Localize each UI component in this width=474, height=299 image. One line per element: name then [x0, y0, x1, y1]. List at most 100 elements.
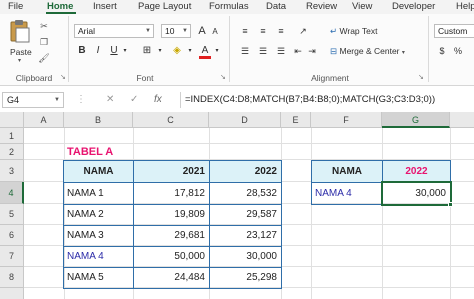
- fill-handle[interactable]: [448, 202, 453, 207]
- cut-icon[interactable]: ✂: [38, 20, 50, 32]
- row-header-1[interactable]: 1: [0, 128, 24, 144]
- table-cell-2022[interactable]: 23,127: [209, 225, 282, 247]
- paste-dropdown-icon[interactable]: ▾: [18, 57, 21, 64]
- column-header-a[interactable]: A: [24, 112, 64, 128]
- lookup-header-nama[interactable]: NAMA: [311, 160, 383, 183]
- row-header-7[interactable]: 7: [0, 246, 24, 267]
- table-cell-2022[interactable]: 28,532: [209, 182, 282, 205]
- row-header-8[interactable]: 8: [0, 267, 24, 288]
- align-right-icon[interactable]: ☰: [274, 44, 288, 58]
- table-header-2021[interactable]: 2021: [133, 160, 210, 183]
- column-header-f[interactable]: F: [311, 112, 382, 128]
- font-launcher-icon[interactable]: ↘: [220, 74, 228, 82]
- select-all-corner[interactable]: [0, 112, 24, 128]
- column-header-e[interactable]: E: [281, 112, 311, 128]
- table-cell-name[interactable]: NAMA 5: [63, 267, 134, 289]
- align-top-icon[interactable]: ≡: [238, 24, 252, 38]
- tab-formulas[interactable]: Formulas: [209, 1, 249, 14]
- row-header-2[interactable]: 2: [0, 144, 24, 160]
- bold-button[interactable]: B: [76, 44, 88, 58]
- font-size-select[interactable]: 10 ▼: [161, 24, 191, 38]
- table-cell-2022[interactable]: 25,298: [209, 267, 282, 289]
- gridline: [450, 128, 451, 299]
- tab-file[interactable]: File: [8, 1, 23, 14]
- row-header-4[interactable]: 4: [0, 182, 24, 204]
- number-format-select[interactable]: Custom: [434, 24, 474, 38]
- tab-review[interactable]: Review: [306, 1, 337, 14]
- chevron-down-icon[interactable]: ▾: [213, 44, 221, 58]
- lookup-header-year[interactable]: 2022: [382, 160, 451, 183]
- increase-indent-icon[interactable]: ⇥: [306, 44, 318, 58]
- borders-icon[interactable]: ⊞: [140, 44, 154, 58]
- name-box-value: G4: [7, 95, 20, 105]
- enter-icon[interactable]: ✓: [130, 94, 138, 105]
- chevron-down-icon: ▼: [182, 28, 188, 34]
- underline-button[interactable]: U: [108, 44, 120, 58]
- column-header-d[interactable]: D: [209, 112, 281, 128]
- font-name-value: Arial: [78, 26, 96, 36]
- currency-icon[interactable]: $: [436, 44, 448, 58]
- active-cell-selection[interactable]: [381, 181, 452, 206]
- table-cell-2021[interactable]: 50,000: [133, 246, 210, 268]
- tab-developer[interactable]: Developer: [392, 1, 435, 14]
- paste-button[interactable]: Paste ▾: [6, 17, 34, 64]
- row-header-6[interactable]: 6: [0, 225, 24, 246]
- formula-input[interactable]: =INDEX(C4:D8;MATCH(B7;B4:B8;0);MATCH(G3;…: [180, 92, 472, 108]
- table-cell-name[interactable]: NAMA 2: [63, 204, 134, 226]
- decrease-indent-icon[interactable]: ⇤: [292, 44, 304, 58]
- table-cell-name[interactable]: NAMA 4: [63, 246, 134, 268]
- column-header-g[interactable]: G: [382, 112, 450, 128]
- chevron-down-icon[interactable]: ▾: [121, 44, 129, 58]
- tab-view[interactable]: View: [352, 1, 372, 14]
- column-header-c[interactable]: C: [133, 112, 209, 128]
- tab-data[interactable]: Data: [266, 1, 286, 14]
- clipboard-launcher-icon[interactable]: ↘: [60, 74, 68, 82]
- column-header-h[interactable]: [450, 112, 474, 128]
- merge-center-button[interactable]: ⊟ Merge & Center ▾: [330, 44, 405, 58]
- alignment-launcher-icon[interactable]: ↘: [418, 74, 426, 82]
- table-cell-name[interactable]: NAMA 1: [63, 182, 134, 205]
- table-cell-2021[interactable]: 29,681: [133, 225, 210, 247]
- row-header-9[interactable]: [0, 288, 24, 299]
- table-cell-2022[interactable]: 30,000: [209, 246, 282, 268]
- grow-font-button[interactable]: A: [196, 24, 208, 38]
- table-cell-name[interactable]: NAMA 3: [63, 225, 134, 247]
- align-left-icon[interactable]: ☰: [238, 44, 252, 58]
- format-painter-icon[interactable]: 🖌: [38, 52, 50, 64]
- align-center-icon[interactable]: ☰: [256, 44, 270, 58]
- gridline: [24, 143, 474, 144]
- font-color-button[interactable]: A: [199, 44, 211, 59]
- tab-page-layout[interactable]: Page Layout: [138, 1, 191, 14]
- row-header-3[interactable]: 3: [0, 160, 24, 182]
- table-cell-2021[interactable]: 24,484: [133, 267, 210, 289]
- row-header-5[interactable]: 5: [0, 204, 24, 225]
- column-header-b[interactable]: B: [64, 112, 133, 128]
- align-middle-icon[interactable]: ≡: [256, 24, 270, 38]
- chevron-down-icon: ▼: [145, 28, 151, 34]
- insert-function-icon[interactable]: fx: [154, 94, 162, 105]
- chevron-down-icon[interactable]: ▾: [156, 44, 164, 58]
- table-cell-2021[interactable]: 17,812: [133, 182, 210, 205]
- table-header-nama[interactable]: NAMA: [63, 160, 134, 183]
- table-cell-2021[interactable]: 19,809: [133, 204, 210, 226]
- shrink-font-button[interactable]: A: [210, 25, 220, 39]
- fill-color-icon[interactable]: ◈: [170, 44, 184, 58]
- italic-button[interactable]: I: [92, 44, 104, 58]
- font-name-select[interactable]: Arial ▼: [74, 24, 154, 38]
- merge-icon: ⊟: [330, 46, 338, 56]
- copy-icon[interactable]: ❐: [38, 36, 50, 48]
- wrap-text-button[interactable]: ↵ Wrap Text: [330, 24, 377, 38]
- table-header-2022[interactable]: 2022: [209, 160, 282, 183]
- name-box[interactable]: G4 ▼: [2, 92, 64, 108]
- cancel-icon[interactable]: ✕: [106, 94, 114, 105]
- table-cell-2022[interactable]: 29,587: [209, 204, 282, 226]
- orientation-icon[interactable]: ↗: [296, 24, 310, 38]
- tab-insert[interactable]: Insert: [93, 1, 117, 14]
- tab-help[interactable]: Help: [456, 1, 474, 14]
- percent-icon[interactable]: %: [452, 44, 464, 58]
- table-title[interactable]: TABEL A: [67, 145, 113, 160]
- align-bottom-icon[interactable]: ≡: [274, 24, 288, 38]
- lookup-name-cell[interactable]: NAMA 4: [311, 182, 383, 205]
- merge-center-label: Merge & Center: [339, 46, 400, 56]
- chevron-down-icon[interactable]: ▾: [186, 44, 194, 58]
